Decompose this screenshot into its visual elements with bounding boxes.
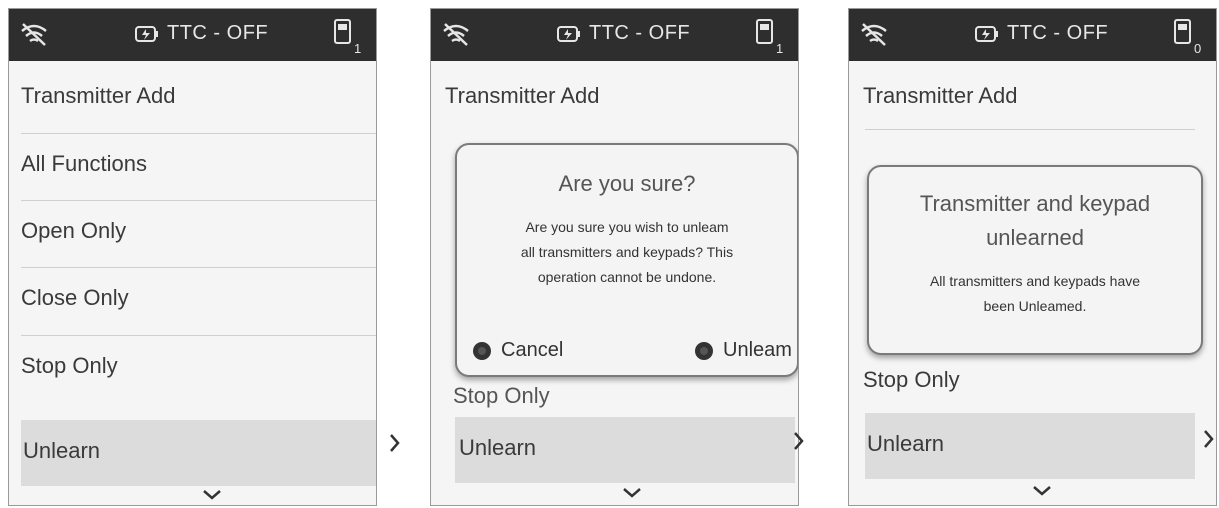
wifi-off-icon (443, 23, 469, 46)
remote-icon (1174, 19, 1191, 44)
screen-confirm: TTC - OFF 1 Transmitter Add Stop Only Un… (430, 8, 799, 506)
menu-item-close-only[interactable]: Close Only (9, 267, 376, 333)
dialog-title-line: Transmitter and keypad (919, 191, 1151, 216)
menu-item-open-only[interactable]: Open Only (9, 200, 376, 266)
menu-item-label: All Functions (21, 151, 147, 176)
chevron-down-icon[interactable] (621, 487, 643, 499)
dialog-message-line: all transmitters and keypads? This (520, 244, 734, 260)
menu-item-label: Close Only (21, 285, 129, 310)
remote-count: 1 (776, 41, 784, 56)
chevron-right-icon[interactable] (1202, 428, 1216, 450)
cancel-button[interactable]: Cancel (473, 339, 563, 362)
remote-icon (334, 19, 351, 44)
menu-item-label: Unlearn (867, 431, 945, 456)
menu-item-label: Unlearn (459, 435, 537, 460)
menu-item-label: Stop Only (21, 353, 118, 378)
confirm-dialog: Are you sure? Are you sure you wish to u… (455, 143, 798, 377)
menu-item-label: Transmitter Add (863, 83, 1018, 108)
chevron-down-icon[interactable] (201, 489, 223, 501)
dialog-message-line: been Unleamed. (983, 298, 1087, 314)
cancel-label: Cancel (501, 339, 564, 361)
dialog-message-line: operation cannot be undone. (537, 269, 717, 285)
remote-icon (756, 19, 773, 44)
menu-item-stop-only[interactable]: Stop Only (849, 349, 1216, 415)
menu-item-label: Transmitter Add (445, 83, 600, 108)
chevron-right-icon[interactable] (388, 432, 402, 454)
dialog-message: All transmitters and keypads have been U… (869, 269, 1201, 319)
dialog-title-line: unlearned (986, 225, 1084, 250)
screen-menu: TTC - OFF 1 Transmitter Add All Function… (8, 8, 377, 506)
status-bar: TTC - OFF 1 (431, 9, 798, 61)
chevron-right-icon[interactable] (792, 430, 806, 452)
wifi-off-icon (21, 23, 47, 46)
menu-item-label: Transmitter Add (21, 83, 176, 108)
dialog-message-line: All transmitters and keypads have (929, 273, 1141, 289)
ttc-status: TTC - OFF (589, 22, 691, 44)
ttc-status: TTC - OFF (1007, 22, 1109, 44)
menu-item-transmitter-add[interactable]: Transmitter Add (431, 65, 798, 131)
menu-item-transmitter-add[interactable]: Transmitter Add (849, 65, 1216, 131)
menu-item-unlearn[interactable]: Unlearn (455, 417, 795, 483)
unlearn-label: Unleam (723, 339, 792, 361)
dialog-message-line: Are you sure you wish to unleam (525, 219, 729, 235)
dialog-title: Transmitter and keypad unlearned (869, 187, 1201, 255)
info-dialog: Transmitter and keypad unlearned All tra… (867, 165, 1203, 355)
ttc-status: TTC - OFF (167, 22, 269, 44)
menu-item-unlearn[interactable]: Unlearn (21, 420, 376, 486)
screen-unlearned: TTC - OFF 0 Transmitter Add Stop Only Un… (848, 8, 1217, 506)
dialog-title: Are you sure? (558, 171, 696, 196)
menu-item-transmitter-add[interactable]: Transmitter Add (9, 65, 376, 131)
remote-count: 0 (1194, 41, 1202, 56)
menu-item-stop-only[interactable]: Stop Only (9, 335, 376, 401)
menu-item-label: Stop Only (863, 367, 960, 392)
battery-charging-icon (135, 26, 158, 42)
battery-charging-icon (975, 26, 998, 42)
remote-count: 1 (354, 41, 362, 56)
menu-item-unlearn[interactable]: Unlearn (865, 413, 1195, 479)
menu-item-label: Open Only (21, 218, 127, 243)
menu-item-label: Unlearn (23, 438, 101, 463)
chevron-down-icon[interactable] (1031, 485, 1053, 497)
status-bar: TTC - OFF 1 (9, 9, 376, 61)
menu-item-all-functions[interactable]: All Functions (9, 133, 376, 199)
radio-dot-icon (695, 341, 713, 360)
menu-item-label: Stop Only (453, 383, 550, 408)
divider (865, 129, 1195, 130)
status-bar: TTC - OFF 0 (849, 9, 1216, 61)
wifi-off-icon (861, 23, 887, 46)
battery-charging-icon (557, 26, 580, 42)
radio-dot-icon (473, 341, 491, 360)
unlearn-button[interactable]: Unleam (695, 339, 792, 362)
dialog-message: Are you sure you wish to unleam all tran… (457, 215, 797, 290)
